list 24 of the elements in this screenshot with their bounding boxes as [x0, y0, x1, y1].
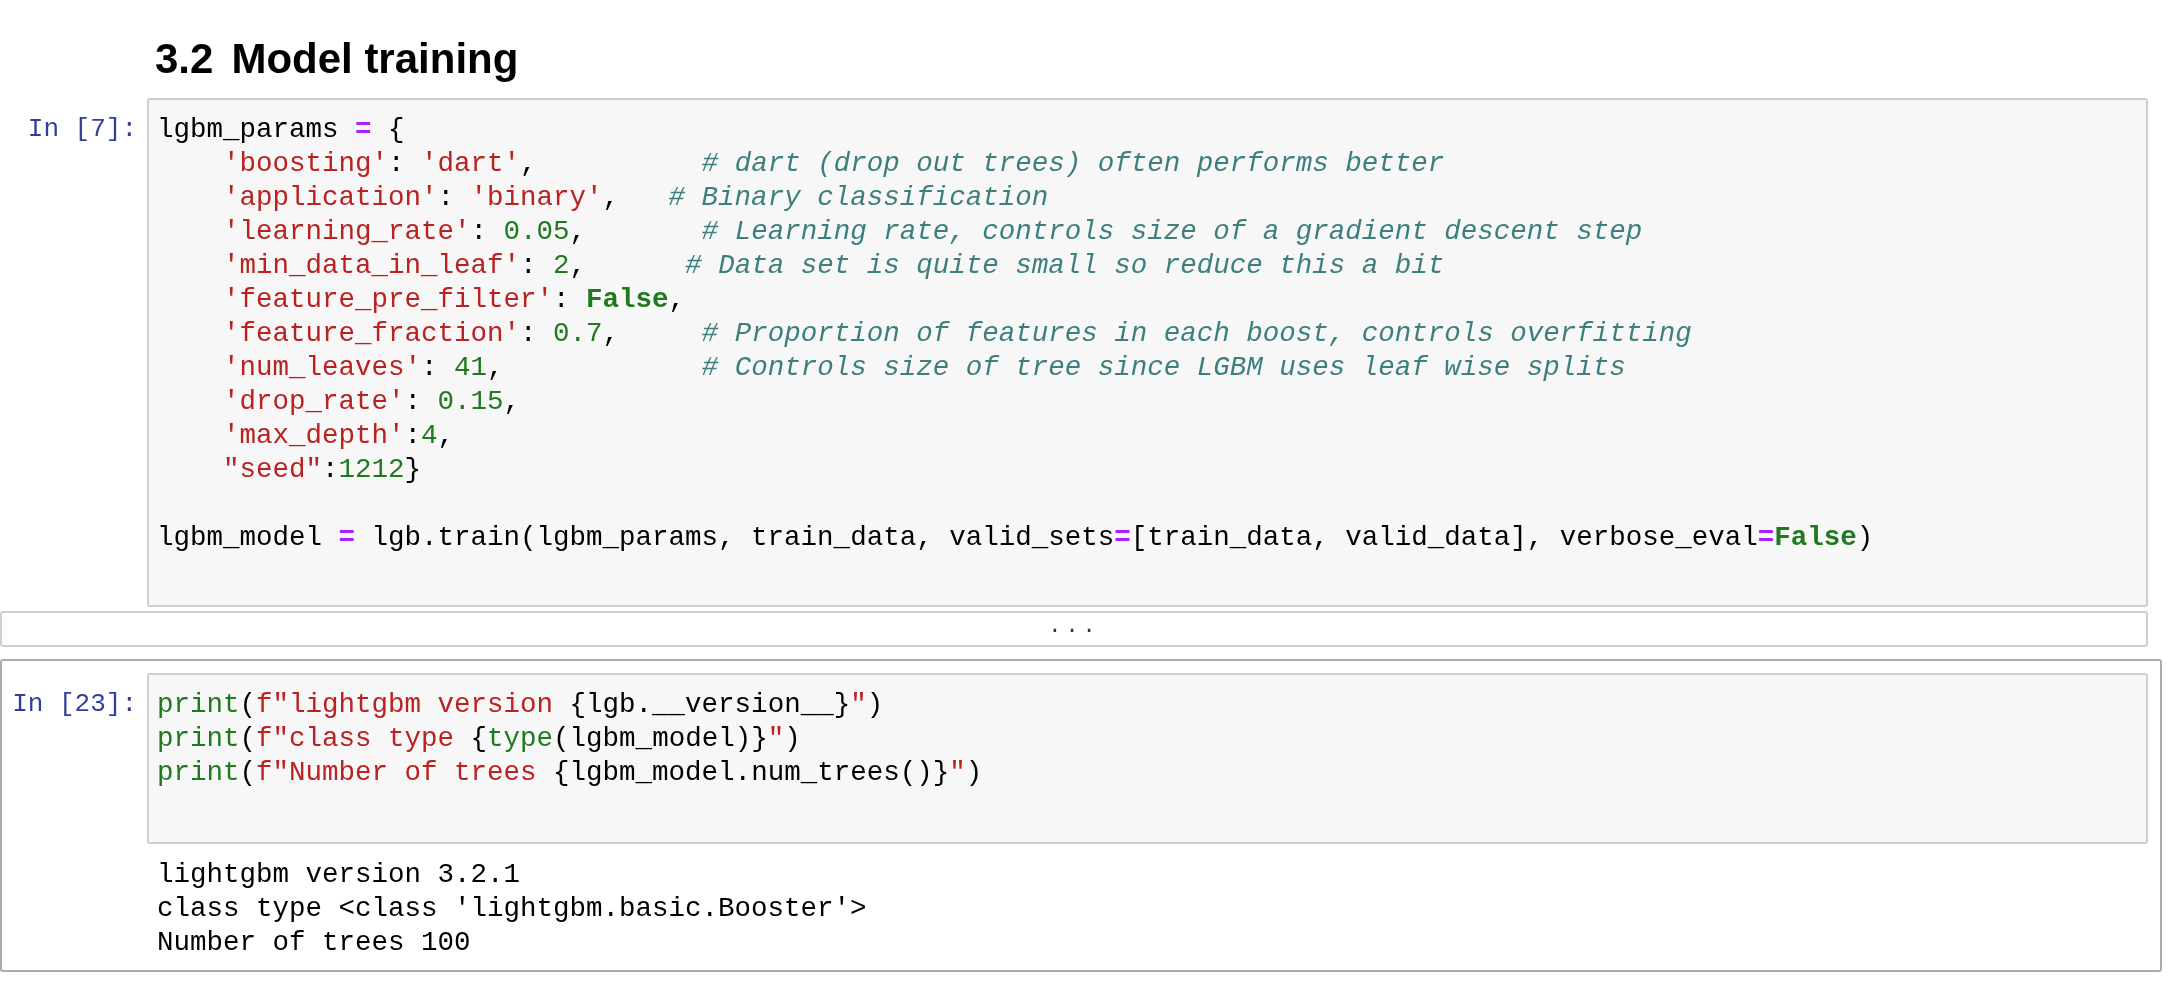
- input-prompt: In [7]:: [27, 114, 137, 144]
- code-line: print(f"Number of trees {lgbm_model.num_trees()}"): [157, 756, 984, 790]
- code-line: 'boosting': 'dart', # dart (drop out trees) often performs better: [222, 147, 1446, 181]
- code-line: print(f"lightgbm version {lgb.__version__}"): [157, 688, 885, 722]
- section-number: 3.2: [155, 34, 214, 84]
- section-heading: Model training: [231, 34, 519, 84]
- code-line: 'feature_pre_filter': False,: [222, 283, 687, 317]
- output-line: class type <class 'lightgbm.basic.Booster'>: [157, 892, 867, 926]
- code-line: "seed":1212}: [222, 453, 423, 487]
- code-line: 'application': 'binary', # Binary classification: [222, 181, 1050, 215]
- code-line: 'feature_fraction': 0.7, # Proportion of features in each boost, controls overfitting: [222, 317, 1693, 351]
- code-line: print(f"class type {type(lgbm_model)}"): [157, 722, 802, 756]
- code-editor[interactable]: print(f"lightgbm version {lgb.__version__}") print(f"class type {type(lgbm_model)}") print(f"Number of trees {lgbm_model.num_trees()}"): [147, 673, 2148, 844]
- code-line: lgbm_params = {: [157, 113, 406, 147]
- code-line: 'min_data_in_leaf': 2, # Data set is quite small so reduce this a bit: [222, 249, 1446, 283]
- code-line: 'drop_rate': 0.15,: [222, 385, 522, 419]
- code-line: 'max_depth':4,: [222, 419, 456, 453]
- code-line: 'learning_rate': 0.05, # Learning rate, controls size of a gradient descent step: [222, 215, 1644, 249]
- code-line: 'num_leaves': 41, # Controls size of tree since LGBM uses leaf wise splits: [222, 351, 1627, 385]
- collapsed-output-bar[interactable]: ...: [0, 611, 2148, 647]
- code-line: lgbm_model = lgb.train(lgbm_params, train_data, valid_sets=[train_data, valid_data], verbose_eval=False): [157, 521, 1875, 555]
- output-line: Number of trees 100: [157, 926, 472, 960]
- output-line: lightgbm version 3.2.1: [157, 858, 522, 892]
- input-prompt: In [23]:: [12, 689, 137, 719]
